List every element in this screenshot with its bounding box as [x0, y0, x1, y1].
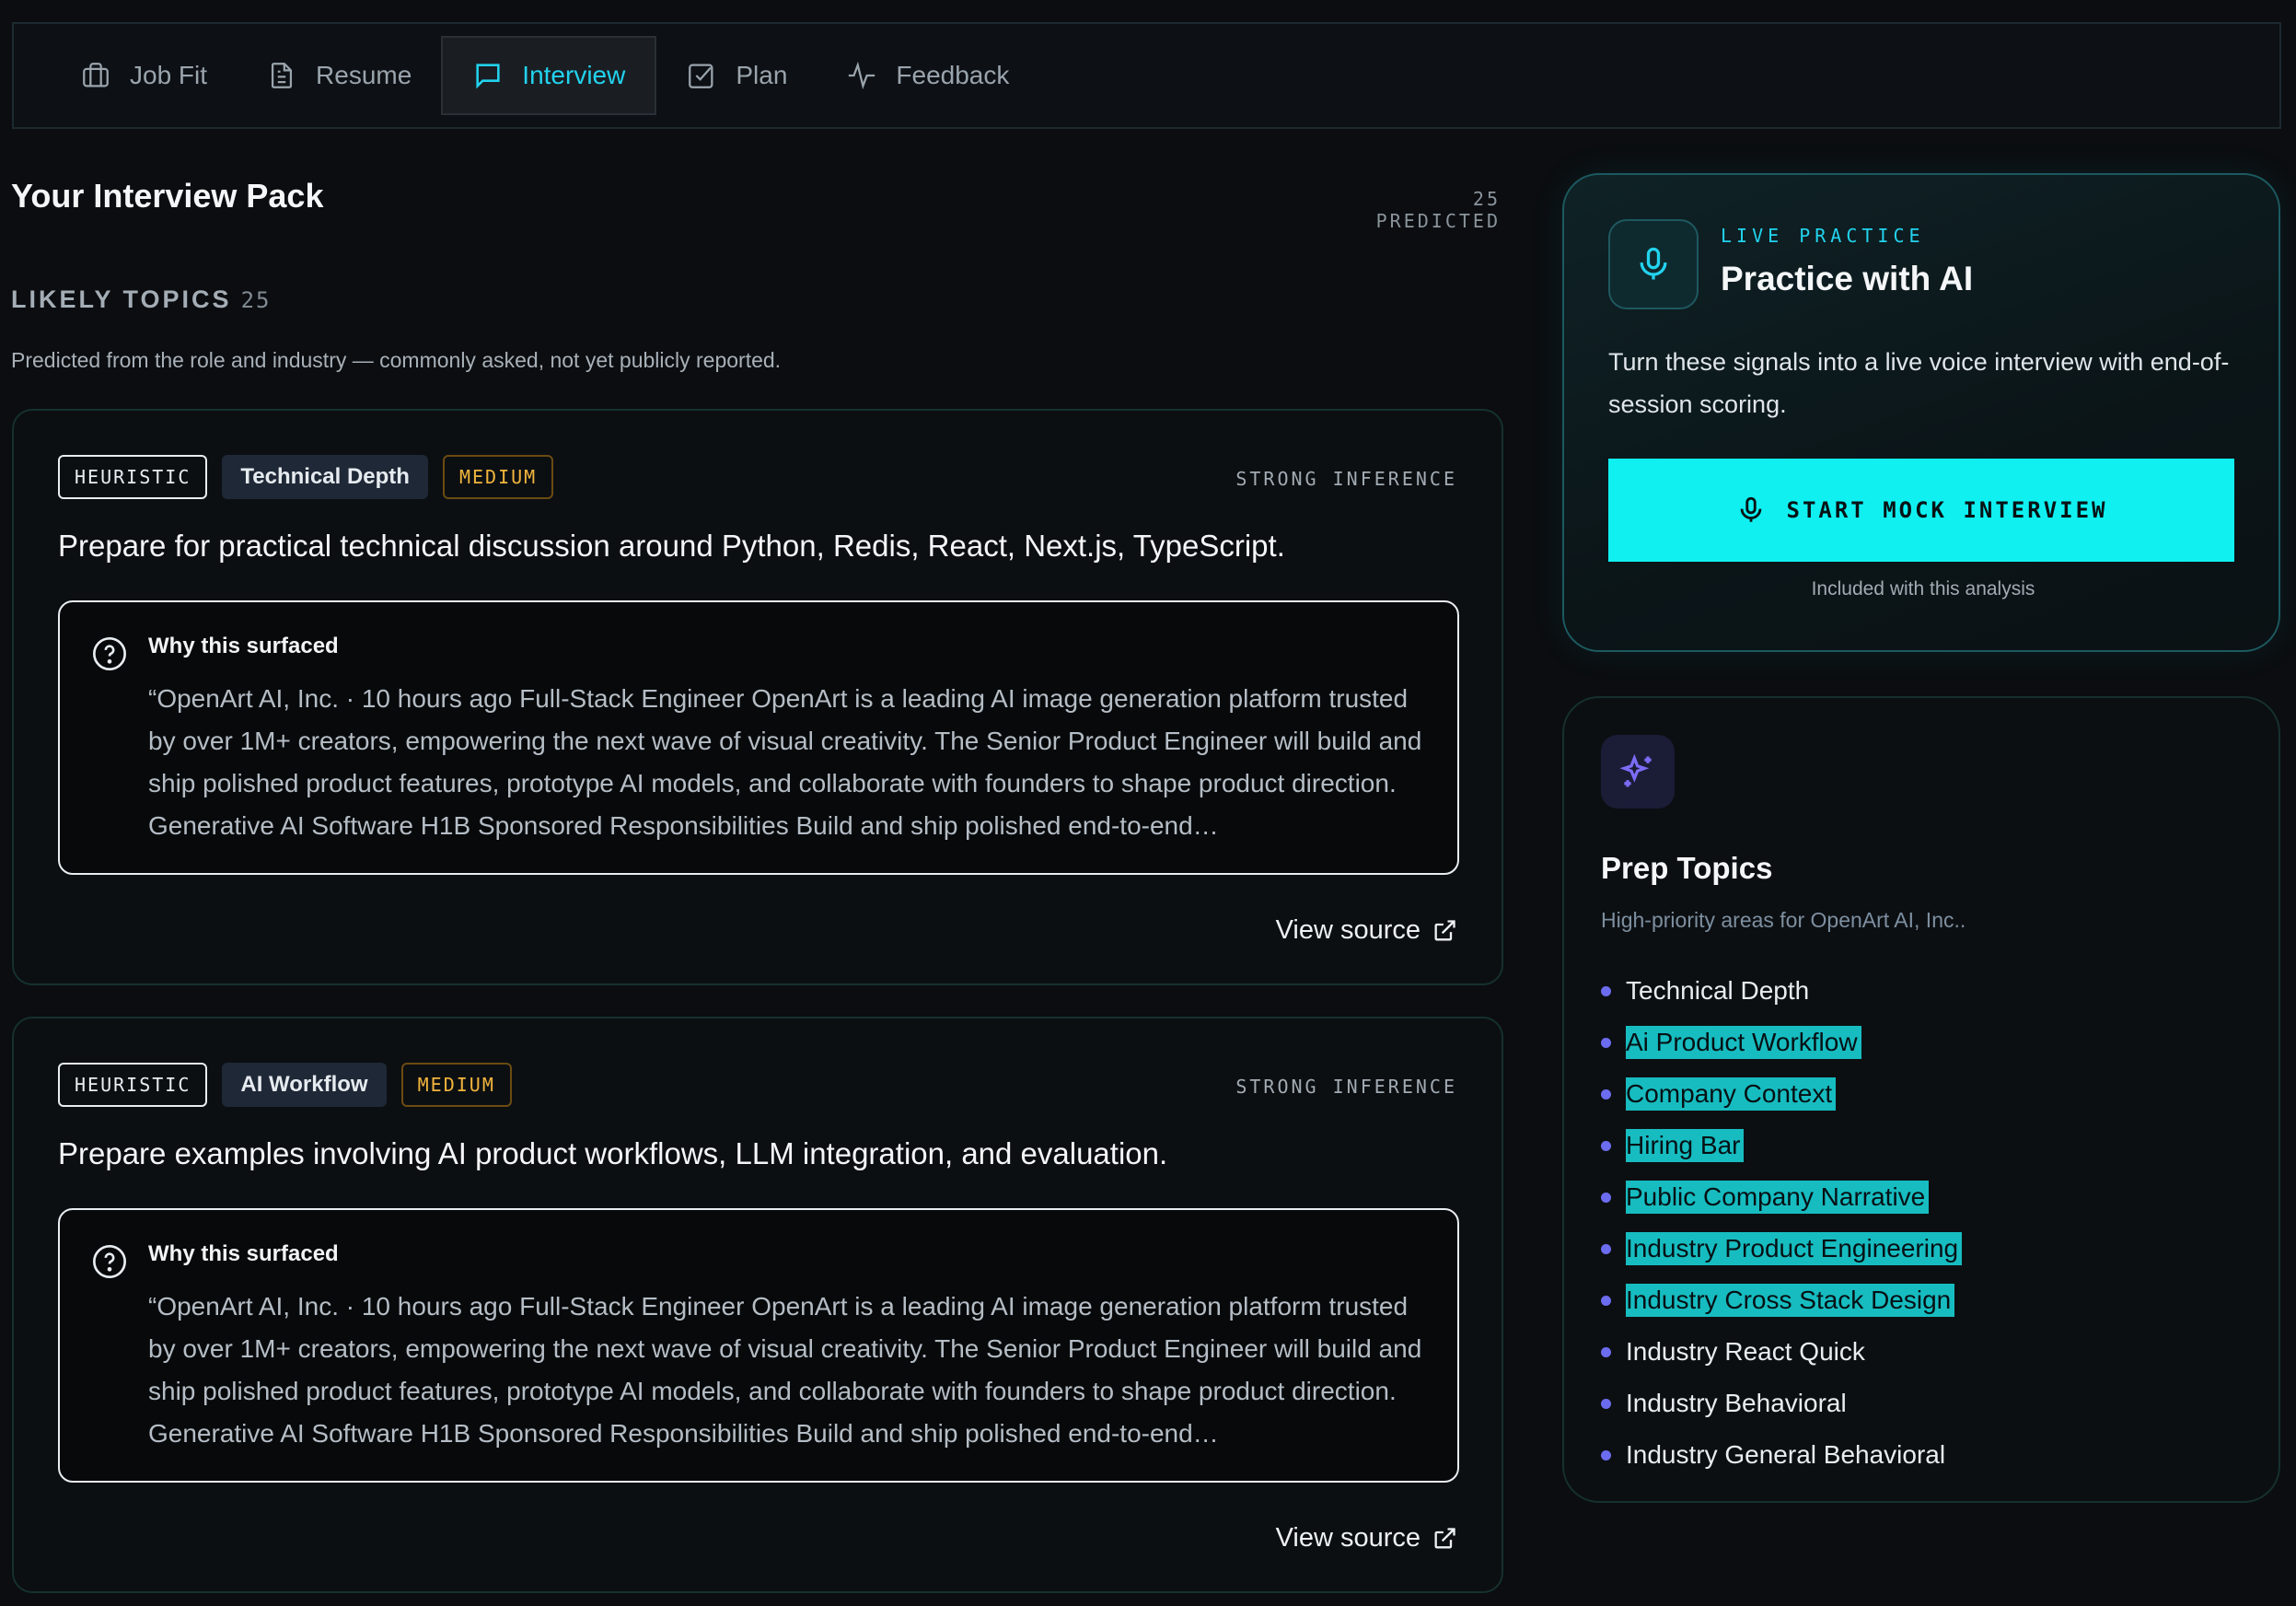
prep-topic-item: Industry General Behavioral — [1601, 1429, 1962, 1481]
tab-plan[interactable]: Plan — [656, 36, 817, 115]
practice-card: LIVE PRACTICE Practice with AI Turn thes… — [1562, 173, 2280, 652]
bullet-dot — [1601, 1088, 1611, 1100]
prep-topics-title: Prep Topics — [1601, 851, 1773, 885]
prep-topic-item: Technical Depth — [1601, 965, 1962, 1017]
likely-topics-heading: LIKELY TOPICS 25 — [11, 285, 271, 314]
topic-card: HEURISTIC AI Workflow MEDIUM STRONG INFE… — [12, 1017, 1503, 1593]
prep-topics-description: High-priority areas for OpenArt AI, Inc.… — [1601, 908, 1966, 932]
why-surfaced-box: Why this surfaced “OpenArt AI, Inc. · 10… — [58, 1208, 1459, 1483]
inference-label: STRONG INFERENCE — [1235, 468, 1457, 490]
bullet-dot — [1601, 1243, 1611, 1254]
prep-topic-label: Industry Cross Stack Design — [1626, 1284, 1955, 1317]
category-badge: Technical Depth — [222, 455, 428, 499]
prep-topic-label: Hiring Bar — [1626, 1129, 1745, 1162]
chat-icon — [476, 64, 500, 89]
prep-topic-label: Industry React Quick — [1626, 1337, 1865, 1366]
tab-bar: Job Fit Resume Interview Plan Feedback — [12, 22, 2281, 129]
why-label: Why this surfaced — [148, 634, 339, 658]
prep-topic-label: Public Company Narrative — [1626, 1181, 1930, 1214]
tab-resume[interactable]: Resume — [237, 36, 441, 115]
tab-label: Resume — [316, 61, 412, 89]
prep-topic-label: Industry Behavioral — [1626, 1389, 1847, 1417]
prep-topic-item: Industry Product Engineering — [1601, 1223, 1963, 1274]
sparkle-icon — [1619, 753, 1652, 787]
topic-text: Prepare examples involving AI product wo… — [58, 1136, 1168, 1170]
why-label: Why this surfaced — [148, 1241, 339, 1266]
bullet-dot — [1601, 1140, 1611, 1151]
sparkle-tile — [1601, 735, 1675, 809]
prep-topic-item: Ai Product Workflow — [1601, 1017, 1962, 1068]
topic-badges: HEURISTIC Technical Depth MEDIUM — [58, 455, 554, 499]
tab-label: Interview — [522, 61, 626, 89]
likely-topics-title: LIKELY TOPICS — [11, 285, 232, 313]
likely-topics-count: 25 — [240, 287, 272, 313]
bullet-dot — [1601, 1449, 1611, 1461]
why-surfaced-box: Why this surfaced “OpenArt AI, Inc. · 10… — [58, 600, 1459, 875]
document-icon — [271, 63, 293, 88]
pulse-icon — [849, 61, 875, 90]
question-icon — [93, 1245, 126, 1278]
prep-topics-card: Prep Topics High-priority areas for Open… — [1562, 696, 2280, 1503]
topic-text: Prepare for practical technical discussi… — [58, 529, 1285, 563]
inference-label: STRONG INFERENCE — [1235, 1076, 1457, 1098]
start-mock-interview-button[interactable]: START MOCK INTERVIEW — [1608, 459, 2234, 562]
question-icon — [93, 637, 126, 670]
briefcase-icon — [83, 63, 109, 87]
bullet-dot — [1601, 1192, 1611, 1203]
prep-topic-label: Company Context — [1626, 1077, 1837, 1111]
topic-card: HEURISTIC Technical Depth MEDIUM STRONG … — [12, 409, 1503, 985]
topic-badges: HEURISTIC AI Workflow MEDIUM — [58, 1063, 512, 1107]
external-link-icon — [1434, 1527, 1455, 1548]
prep-topic-label: Industry Product Engineering — [1626, 1232, 1963, 1265]
prep-topic-item: Hiring Bar — [1601, 1120, 1962, 1171]
bullet-dot — [1601, 1037, 1611, 1048]
live-practice-label: LIVE PRACTICE — [1721, 225, 1925, 247]
priority-badge: MEDIUM — [442, 455, 554, 499]
prep-topic-item: Company Context — [1601, 1068, 1962, 1120]
page-title: Your Interview Pack — [11, 177, 324, 215]
tab-label: Plan — [736, 61, 788, 89]
start-button-label: START MOCK INTERVIEW — [1786, 497, 2108, 523]
prep-topic-item: Industry React Quick — [1601, 1326, 1962, 1378]
external-link-icon — [1434, 919, 1455, 940]
why-quote: “OpenArt AI, Inc. · 10 hours ago Full-St… — [148, 1292, 1422, 1448]
prep-topic-label: Ai Product Workflow — [1626, 1026, 1861, 1059]
bullet-dot — [1601, 985, 1611, 996]
tab-label: Feedback — [896, 61, 1010, 89]
checkbox-icon — [689, 64, 713, 88]
microphone-icon — [1640, 247, 1667, 280]
prep-topic-label: Industry General Behavioral — [1626, 1440, 1946, 1469]
priority-badge: MEDIUM — [400, 1063, 512, 1107]
prep-topics-list: Technical Depth Ai Product Workflow Comp… — [1601, 965, 1963, 1481]
practice-title: Practice with AI — [1721, 260, 1974, 297]
tab-feedback[interactable]: Feedback — [817, 36, 1038, 115]
practice-description: Turn these signals into a live voice int… — [1608, 348, 2230, 418]
predicted-count: 25 PREDICTED — [1375, 188, 1501, 232]
included-note: Included with this analysis — [1811, 578, 2035, 599]
tab-interview[interactable]: Interview — [441, 36, 657, 115]
category-badge: AI Workflow — [222, 1063, 387, 1107]
tab-label: Job Fit — [130, 61, 208, 89]
tab-job-fit[interactable]: Job Fit — [51, 36, 237, 115]
prep-topic-item: Industry Cross Stack Design — [1601, 1274, 1962, 1326]
view-source-label: View source — [1275, 915, 1421, 945]
heuristic-badge: HEURISTIC — [58, 455, 208, 499]
bullet-dot — [1601, 1398, 1611, 1409]
likely-topics-description: Predicted from the role and industry — c… — [11, 348, 782, 372]
view-source-link[interactable]: View source — [1276, 1523, 1457, 1554]
view-source-link[interactable]: View source — [1276, 915, 1457, 946]
heuristic-badge: HEURISTIC — [58, 1063, 208, 1107]
microphone-icon — [1740, 496, 1761, 522]
prep-topic-label: Technical Depth — [1626, 976, 1810, 1005]
bullet-dot — [1601, 1346, 1611, 1357]
prep-topic-item: Industry Behavioral — [1601, 1378, 1962, 1429]
why-quote: “OpenArt AI, Inc. · 10 hours ago Full-St… — [148, 684, 1422, 840]
prep-topic-item: Public Company Narrative — [1601, 1171, 1962, 1223]
view-source-label: View source — [1275, 1523, 1421, 1553]
bullet-dot — [1601, 1295, 1611, 1306]
mic-tile — [1608, 219, 1699, 309]
